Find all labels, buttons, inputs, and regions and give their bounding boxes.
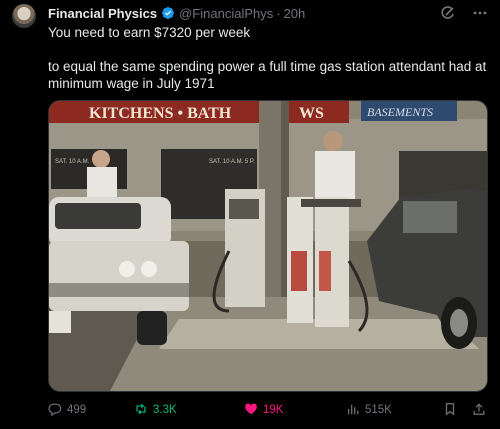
more-icon[interactable]: [472, 5, 488, 21]
verified-badge-icon: [161, 6, 175, 20]
avatar[interactable]: [12, 4, 36, 28]
tweet-photo[interactable]: KITCHENS • BATH WS BASEMENTS SAT. 10 A.M…: [48, 100, 488, 392]
reply-icon: [48, 402, 62, 419]
reply-count: 499: [67, 404, 87, 416]
store-sign-text: KITCHENS • BATH: [89, 105, 232, 122]
author-name[interactable]: Financial Physics: [48, 6, 157, 21]
share-icon: [472, 402, 486, 419]
tweet-text-line-2: to equal the same spending power a full …: [48, 59, 487, 91]
tweet-text-line-1: You need to earn $7320 per week: [48, 25, 251, 40]
tweet-actions: 499 3.3K 19K 515K: [48, 400, 488, 420]
author-handle[interactable]: @FinancialPhys: [179, 6, 273, 21]
separator-dot: ·: [276, 5, 281, 21]
views-count: 515K: [365, 404, 392, 416]
share-button[interactable]: [472, 402, 486, 419]
store-sign-text-2: WS: [299, 105, 324, 122]
repost-icon: [134, 402, 148, 419]
like-count: 19K: [263, 404, 284, 416]
bookmark-button[interactable]: [443, 402, 457, 419]
views-button[interactable]: 515K: [346, 402, 392, 419]
repost-count: 3.3K: [153, 404, 177, 416]
like-button[interactable]: 19K: [244, 402, 283, 419]
timestamp[interactable]: 20h: [284, 6, 306, 21]
window-sign-mid: SAT. 10 A.M. 5 P.: [209, 159, 255, 165]
grok-icon[interactable]: [440, 5, 456, 21]
basements-sign-text: BASEMENTS: [367, 105, 433, 119]
bookmark-icon: [443, 402, 457, 419]
heart-icon: [244, 402, 258, 419]
repost-button[interactable]: 3.3K: [134, 402, 177, 419]
tweet[interactable]: Financial Physics @FinancialPhys · 20h Y…: [0, 0, 500, 429]
views-icon: [346, 402, 360, 419]
window-sign-left: SAT. 10 A.M.: [55, 159, 90, 165]
reply-button[interactable]: 499: [48, 402, 86, 419]
tweet-header: Financial Physics @FinancialPhys · 20h: [48, 4, 488, 22]
